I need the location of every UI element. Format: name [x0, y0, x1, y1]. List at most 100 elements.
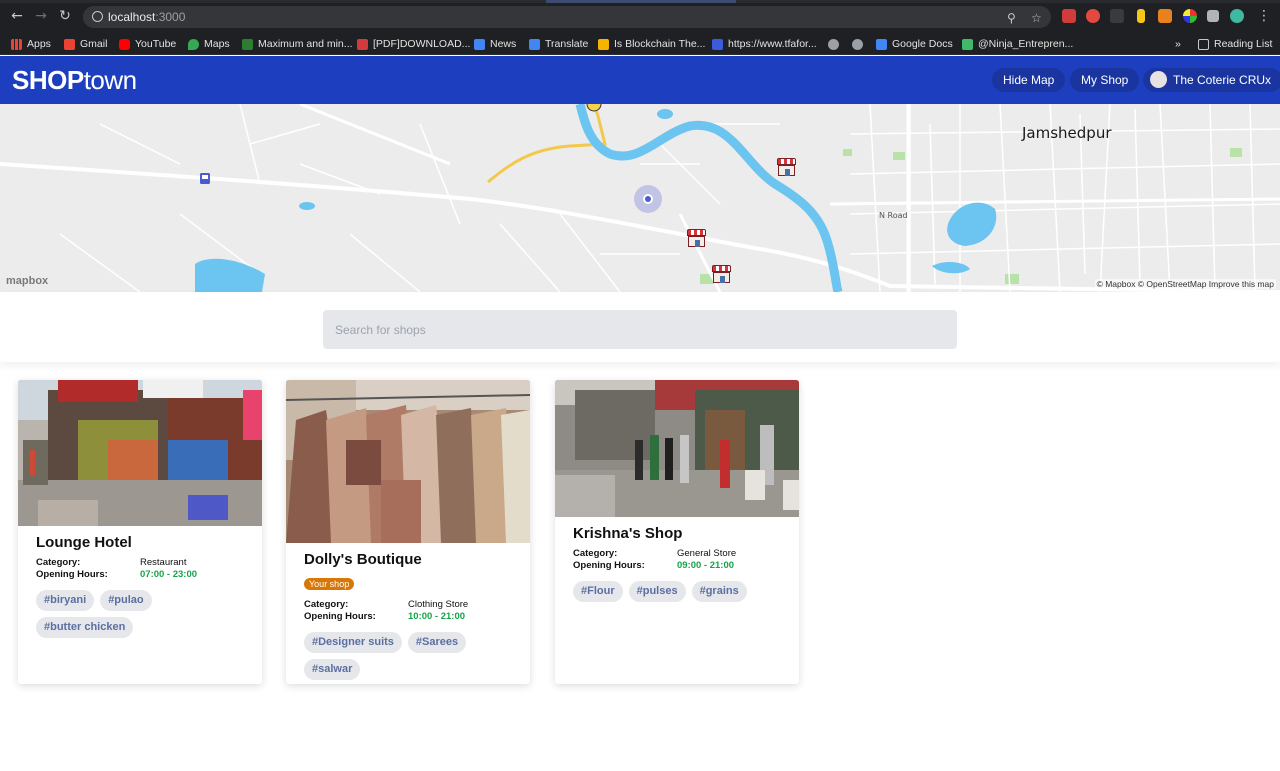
bookmark-label: Maximum and min... [258, 38, 353, 50]
shop-photo [18, 380, 262, 526]
site-icon [242, 38, 253, 50]
search-input[interactable] [323, 310, 957, 349]
tag-chip[interactable]: #grains [691, 581, 747, 602]
shop-meta: Category: General Store Opening Hours: 0… [573, 548, 785, 572]
url-host: localhost [108, 10, 156, 24]
shop-name: Lounge Hotel [36, 534, 132, 551]
tag-chip[interactable]: #Sarees [407, 632, 467, 653]
bookmark-maps[interactable]: Maps [188, 37, 230, 51]
reading-list-button[interactable]: Reading List [1198, 37, 1272, 51]
hours-value: 07:00 - 23:00 [140, 569, 198, 580]
avatar [1150, 71, 1167, 89]
bookmark-label: News [490, 38, 517, 50]
shop-marker-icon[interactable] [712, 265, 731, 283]
extension-icon[interactable] [1062, 9, 1076, 23]
shop-marker-icon[interactable] [777, 158, 796, 176]
bookmark-youtube[interactable]: YouTube [119, 37, 176, 51]
bookmark-label: Gmail [80, 38, 108, 50]
logo-light: town [83, 65, 137, 95]
shop-meta: Category: Restaurant Opening Hours: 07:0… [36, 557, 248, 581]
shop-map[interactable]: Jamshedpur N Road mapbox © Mapbox © Open… [0, 104, 1280, 292]
bookmark-news[interactable]: News [474, 37, 516, 51]
translate-icon [529, 38, 540, 50]
bookmark-label: [PDF]DOWNLOAD... [373, 38, 471, 50]
bookmark-google-docs[interactable]: Google Docs [876, 37, 953, 51]
tag-list: #Designer suits #Sarees #salwar [304, 632, 514, 680]
tag-chip[interactable]: #pulao [100, 590, 152, 611]
logo-bold: SHOP [12, 65, 84, 95]
bookmark-globe-1[interactable] [828, 37, 844, 51]
tag-chip[interactable]: #Designer suits [304, 632, 402, 653]
card-body: Lounge Hotel Category: Restaurant Openin… [36, 534, 248, 638]
bookmark-globe-2[interactable] [852, 37, 868, 51]
extension-icon[interactable] [1086, 9, 1100, 23]
back-icon[interactable]: ← [9, 8, 25, 24]
bookmark-label: https://www.tfafor... [728, 38, 817, 50]
bookmark-tfa[interactable]: https://www.tfafor... [712, 37, 817, 51]
hours-value: 10:00 - 21:00 [408, 611, 466, 622]
address-bar[interactable]: localhost:3000 ⚲ ☆ [83, 6, 1051, 28]
reload-icon[interactable]: ↻ [57, 8, 73, 24]
mapbox-logo[interactable]: mapbox [6, 275, 48, 287]
shop-photo [555, 380, 799, 517]
tag-chip[interactable]: #Flour [573, 581, 623, 602]
site-info-icon[interactable] [92, 11, 103, 22]
bookmark-star-icon[interactable]: ☆ [1031, 11, 1042, 25]
url-text: localhost:3000 [108, 10, 185, 24]
profile-avatar-icon[interactable] [1230, 9, 1244, 23]
shop-card[interactable]: Krishna's Shop Category: General Store O… [555, 380, 799, 684]
tag-chip[interactable]: #salwar [304, 659, 361, 680]
active-tab[interactable] [546, 0, 736, 3]
hours-label: Opening Hours: [36, 569, 108, 580]
user-name: The Coterie CRUx [1173, 73, 1272, 87]
tag-chip[interactable]: #biryani [36, 590, 95, 611]
user-location-icon[interactable] [643, 194, 653, 204]
kebab-menu-icon[interactable]: ⋮ [1256, 8, 1272, 24]
bookmark-blockchain[interactable]: Is Blockchain The... [598, 37, 705, 51]
news-icon [474, 38, 485, 50]
category-label: Category: [36, 557, 81, 568]
category-label: Category: [573, 548, 618, 559]
tag-list: #Flour #pulses #grains [573, 581, 783, 602]
my-shop-button[interactable]: My Shop [1070, 68, 1140, 92]
browser-toolbar: ← → ↻ localhost:3000 ⚲ ☆ ⋮ [0, 0, 1280, 33]
hours-value: 09:00 - 21:00 [677, 560, 735, 571]
app-header: SHOPtown Hide Map My Shop The Coterie CR… [0, 56, 1280, 104]
reading-list-label: Reading List [1214, 38, 1273, 50]
bookmark-gmail[interactable]: Gmail [64, 37, 107, 51]
tag-chip[interactable]: #pulses [628, 581, 686, 602]
puzzle-icon[interactable] [1207, 10, 1219, 22]
bookmark-pdf[interactable]: [PDF]DOWNLOAD... [357, 37, 470, 51]
extension-icon[interactable] [1110, 9, 1124, 23]
bookmark-maximum[interactable]: Maximum and min... [242, 37, 353, 51]
app-logo[interactable]: SHOPtown [12, 65, 137, 96]
shop-card[interactable]: Lounge Hotel Category: Restaurant Openin… [18, 380, 262, 684]
bookmark-translate[interactable]: Translate [529, 37, 588, 51]
card-body: Dolly's Boutique Your shop Category: Clo… [304, 551, 516, 680]
shop-marker-icon[interactable] [687, 229, 706, 247]
color-wheel-icon[interactable] [1183, 9, 1197, 23]
bookmarks-overflow-button[interactable]: » [1175, 37, 1181, 51]
bookmark-label: Google Docs [892, 38, 953, 50]
hide-map-button[interactable]: Hide Map [992, 68, 1066, 92]
forward-icon[interactable]: → [33, 8, 49, 24]
shop-card[interactable]: Dolly's Boutique Your shop Category: Clo… [286, 380, 530, 684]
category-value: General Store [677, 548, 737, 559]
shop-name: Dolly's Boutique [304, 551, 422, 568]
fox-icon[interactable] [1158, 9, 1172, 23]
bookmark-apps[interactable]: Apps [11, 37, 51, 51]
bookmark-label: Is Blockchain The... [614, 38, 706, 50]
tag-chip[interactable]: #butter chicken [36, 617, 134, 638]
bookmark-label: Maps [204, 38, 230, 50]
lightning-icon[interactable] [1137, 9, 1145, 23]
tab-strip [0, 0, 1280, 3]
map-attribution[interactable]: © Mapbox © OpenStreetMap Improve this ma… [1094, 279, 1276, 289]
bookmark-label: Apps [27, 38, 51, 50]
search-section [0, 292, 1280, 362]
user-menu-button[interactable]: The Coterie CRUx [1143, 68, 1280, 92]
bookmark-ninja[interactable]: @Ninja_Entrepren... [962, 37, 1073, 51]
gmail-icon [64, 38, 75, 50]
card-body: Krishna's Shop Category: General Store O… [573, 525, 785, 602]
bookmark-label: @Ninja_Entrepren... [978, 38, 1074, 50]
location-pin-icon[interactable]: ⚲ [1007, 11, 1016, 25]
